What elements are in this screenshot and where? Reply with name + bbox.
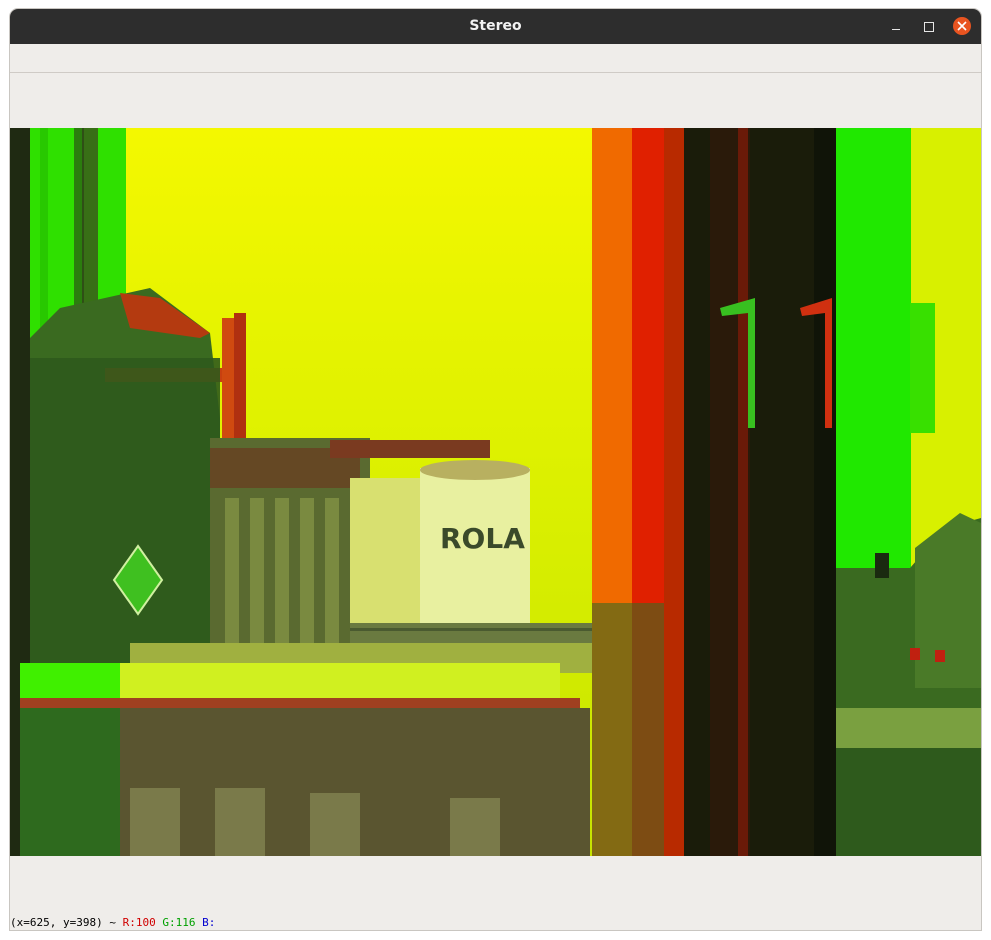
blue-value: B: — [202, 916, 216, 929]
maximize-button[interactable] — [919, 17, 939, 37]
cursor-coords: (x=625, y=398) ~ — [10, 916, 116, 929]
window-title: Stereo — [469, 18, 522, 34]
statusbar: (x=625, y=398) ~ R:100 G:116 B: — [10, 856, 981, 930]
close-icon — [957, 21, 967, 31]
anaglyph-image: ROLA — [10, 128, 981, 856]
toolbar — [10, 44, 981, 73]
close-button[interactable] — [953, 17, 971, 35]
image-viewer[interactable]: ROLA — [10, 128, 981, 856]
pixel-info: (x=625, y=398) ~ R:100 G:116 B: — [10, 916, 215, 930]
app-window: Stereo ROLA (x=625, y=398) ~ R:100 G:116… — [10, 9, 981, 930]
minimize-button[interactable] — [886, 17, 906, 37]
trackbar-area — [10, 73, 981, 128]
green-value: G:116 — [162, 916, 196, 929]
tank-lettering: ROLA — [440, 522, 525, 555]
red-value: R:100 — [122, 916, 156, 929]
titlebar[interactable]: Stereo — [10, 9, 981, 44]
